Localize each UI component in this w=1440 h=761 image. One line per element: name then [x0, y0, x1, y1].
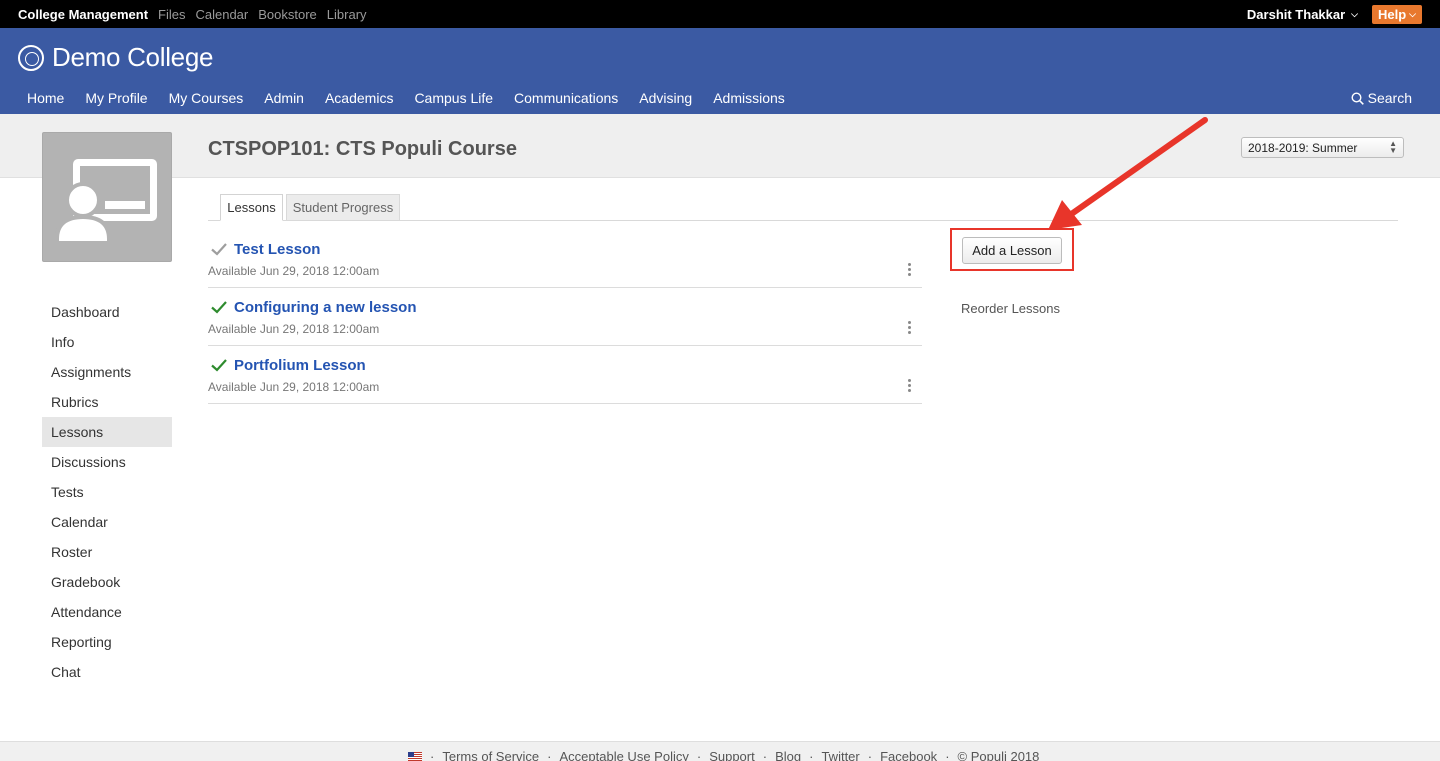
sidebar-item-gradebook[interactable]: Gradebook	[42, 567, 172, 597]
footer-separator: ·	[762, 749, 768, 761]
lesson-availability: Available Jun 29, 2018 12:00am	[208, 380, 380, 394]
nav-my-courses[interactable]: My Courses	[169, 90, 244, 106]
lesson-row: Test Lesson Available Jun 29, 2018 12:00…	[208, 230, 922, 288]
lesson-row: Portfolium Lesson Available Jun 29, 2018…	[208, 346, 922, 404]
more-options-icon[interactable]	[908, 263, 912, 278]
footer-separator: ·	[430, 749, 435, 761]
footer-separator: ·	[809, 749, 814, 761]
app-files[interactable]: Files	[158, 7, 185, 22]
sidebar-item-tests[interactable]: Tests	[42, 477, 172, 507]
nav-advising[interactable]: Advising	[639, 90, 692, 106]
lesson-title-link[interactable]: Portfolium Lesson	[234, 357, 366, 374]
app-college-management[interactable]: College Management	[18, 7, 148, 22]
lesson-title-link[interactable]: Configuring a new lesson	[234, 299, 417, 316]
lesson-title-link[interactable]: Test Lesson	[234, 241, 320, 258]
app-switcher: College Management Files Calendar Bookst…	[18, 0, 367, 28]
help-button[interactable]: Help ⌵	[1372, 5, 1422, 24]
help-label: Help	[1378, 7, 1407, 22]
college-seal-icon	[18, 44, 44, 71]
app-library[interactable]: Library	[327, 7, 367, 22]
sidebar-item-rubrics[interactable]: Rubrics	[42, 387, 172, 417]
us-flag-icon[interactable]	[408, 752, 422, 761]
sidebar-item-dashboard[interactable]: Dashboard	[42, 297, 172, 327]
sidebar-item-calendar[interactable]: Calendar	[42, 507, 172, 537]
reorder-lessons-link[interactable]: Reorder Lessons	[961, 301, 1060, 316]
chevron-down-icon: ⌵	[1351, 8, 1358, 19]
footer: · Terms of Service · Acceptable Use Poli…	[0, 741, 1440, 761]
more-options-icon[interactable]	[908, 321, 912, 336]
term-select-value: 2018-2019: Summer	[1248, 140, 1358, 155]
sidebar-item-roster[interactable]: Roster	[42, 537, 172, 567]
nav-campus-life[interactable]: Campus Life	[414, 90, 493, 106]
check-icon	[211, 243, 227, 256]
more-options-icon[interactable]	[908, 379, 912, 394]
check-icon	[211, 359, 227, 372]
nav-my-profile[interactable]: My Profile	[85, 90, 147, 106]
tab-student-progress[interactable]: Student Progress	[286, 194, 400, 221]
college-logo[interactable]: Demo College	[18, 42, 213, 73]
sidebar-item-reporting[interactable]: Reporting	[42, 627, 172, 657]
lesson-availability: Available Jun 29, 2018 12:00am	[208, 264, 380, 278]
tab-lessons[interactable]: Lessons	[220, 194, 283, 221]
sidebar-item-attendance[interactable]: Attendance	[42, 597, 172, 627]
sidebar-item-chat[interactable]: Chat	[42, 657, 172, 687]
app-bookstore[interactable]: Bookstore	[258, 7, 317, 22]
app-calendar[interactable]: Calendar	[195, 7, 248, 22]
course-image	[42, 132, 172, 262]
classroom-teacher-icon	[55, 159, 157, 245]
footer-link-support[interactable]: Support	[709, 749, 755, 761]
footer-separator: ·	[945, 749, 950, 761]
user-menu[interactable]: Darshit Thakkar ⌵	[1247, 0, 1358, 28]
sidebar-item-lessons[interactable]: Lessons	[42, 417, 172, 447]
nav-communications[interactable]: Communications	[514, 90, 618, 106]
footer-separator: ·	[696, 749, 702, 761]
select-arrows-icon: ▲ ▼	[1389, 139, 1397, 155]
footer-link-facebook[interactable]: Facebook	[880, 749, 937, 761]
user-name: Darshit Thakkar	[1246, 6, 1346, 22]
lesson-tabs: Lessons Student Progress	[208, 194, 1398, 221]
sidebar-item-discussions[interactable]: Discussions	[42, 447, 172, 477]
page-title: CTSPOP101: CTS Populi Course	[208, 138, 517, 160]
nav-admissions[interactable]: Admissions	[713, 90, 785, 106]
top-bar: College Management Files Calendar Bookst…	[0, 0, 1440, 28]
college-name: Demo College	[52, 42, 214, 72]
sidebar-item-assignments[interactable]: Assignments	[42, 357, 172, 387]
nav-home[interactable]: Home	[27, 90, 64, 106]
footer-link-twitter[interactable]: Twitter	[821, 749, 859, 761]
footer-link-aup[interactable]: Acceptable Use Policy	[560, 749, 689, 761]
site-header: Demo College Home My Profile My Courses …	[0, 28, 1440, 114]
main-nav: Home My Profile My Courses Admin Academi…	[27, 90, 785, 106]
chevron-down-icon: ⌵	[1409, 9, 1416, 19]
annotation-arrow	[1048, 117, 1208, 230]
lesson-row: Configuring a new lesson Available Jun 2…	[208, 288, 922, 346]
search-icon	[1351, 91, 1364, 105]
nav-academics[interactable]: Academics	[325, 90, 393, 106]
term-select[interactable]: 2018-2019: Summer ▲ ▼	[1241, 137, 1404, 158]
lesson-availability: Available Jun 29, 2018 12:00am	[208, 322, 380, 336]
footer-link-terms[interactable]: Terms of Service	[442, 749, 539, 761]
course-sidebar: Dashboard Info Assignments Rubrics Lesso…	[42, 297, 172, 687]
sidebar-item-info[interactable]: Info	[42, 327, 172, 357]
search-button[interactable]: Search	[1351, 90, 1412, 106]
footer-separator: ·	[547, 749, 552, 761]
check-icon	[211, 301, 227, 314]
footer-separator: ·	[867, 749, 873, 761]
nav-admin[interactable]: Admin	[264, 90, 304, 106]
footer-copyright: © Populi 2018	[957, 749, 1040, 761]
search-label: Search	[1367, 90, 1412, 106]
footer-links: · Terms of Service · Acceptable Use Poli…	[408, 749, 1039, 761]
footer-link-blog[interactable]: Blog	[775, 749, 801, 761]
